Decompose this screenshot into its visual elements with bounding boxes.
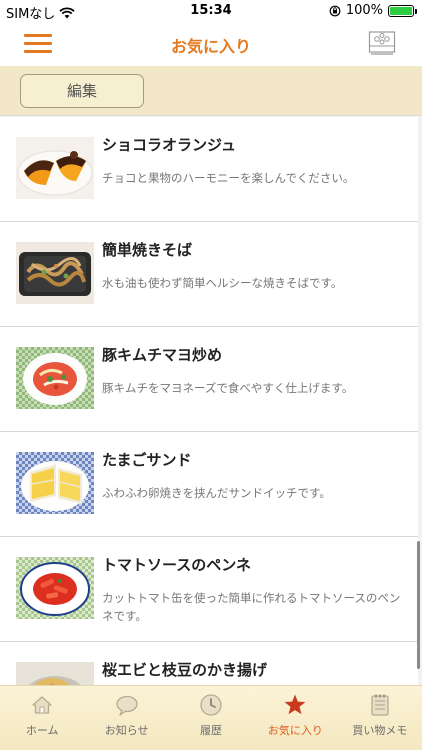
kitchen-stove-icon[interactable] xyxy=(368,29,396,57)
recipe-item-yakisoba[interactable]: 簡単焼きそば 水も油も使わず簡単ヘルシーな焼きそばです。 xyxy=(0,222,418,327)
tab-home[interactable]: ホーム xyxy=(0,686,84,750)
status-bar: SIMなし 15:34 100% xyxy=(0,0,422,22)
recipe-item-butakimchi[interactable]: 豚キムチマヨ炒め 豚キムチをマヨネーズで食べやすく仕上げます。 xyxy=(0,327,418,432)
tab-bar: ホーム お知らせ 履歴 お気に入り 買い物メモ xyxy=(0,685,422,750)
favorites-list[interactable]: ショコラオランジュ チョコと果物のハーモニーを楽しんでください。 簡単焼きそば … xyxy=(0,117,422,685)
edit-button[interactable]: 編集 xyxy=(20,74,144,108)
app-header: お気に入り xyxy=(0,22,422,66)
recipe-item-tamago-sando[interactable]: たまごサンド ふわふわ卵焼きを挟んだサンドイッチです。 xyxy=(0,432,418,537)
recipe-description: カットトマト缶を使った簡単に作れるトマトソースのペンネです。 xyxy=(102,591,401,623)
page-title: お気に入り xyxy=(170,37,251,56)
recipe-description: チョコと果物のハーモニーを楽しんでください。 xyxy=(102,171,355,185)
tab-shopping-memo[interactable]: 買い物メモ xyxy=(338,686,422,750)
recipe-title: たまごサンド xyxy=(102,451,192,469)
recipe-thumbnail xyxy=(16,242,94,304)
recipe-title: 豚キムチマヨ炒め xyxy=(102,346,223,364)
recipe-description: ふわふわ卵焼きを挟んだサンドイッチです。 xyxy=(102,486,331,500)
home-icon xyxy=(32,696,52,714)
recipe-thumbnail xyxy=(16,347,94,409)
tab-label: 買い物メモ xyxy=(352,724,408,737)
status-right: 100% xyxy=(329,3,417,18)
tab-history[interactable]: 履歴 xyxy=(169,686,253,750)
orientation-lock-icon xyxy=(329,5,341,16)
recipe-title: 簡単焼きそば xyxy=(102,241,193,259)
recipe-thumbnail xyxy=(16,137,94,199)
notepad-icon xyxy=(371,694,389,716)
battery-fill xyxy=(390,6,412,15)
toolbar: 編集 xyxy=(0,66,422,116)
recipe-thumbnail xyxy=(16,557,94,619)
tab-news[interactable]: お知らせ xyxy=(84,686,168,750)
recipe-thumbnail xyxy=(16,662,94,685)
recipe-description: 水も油も使わず簡単ヘルシーな焼きそばです。 xyxy=(102,276,343,290)
battery-icon xyxy=(388,4,417,17)
tab-favorites[interactable]: お気に入り xyxy=(253,686,337,750)
chat-bubble-icon xyxy=(115,695,138,716)
scrollbar[interactable] xyxy=(417,541,420,669)
recipe-item-penne[interactable]: トマトソースのペンネ カットトマト缶を使った簡単に作れるトマトソースのペンネです… xyxy=(0,537,418,642)
tab-label: お気に入り xyxy=(267,724,323,737)
recipe-description: 豚キムチをマヨネーズで食べやすく仕上げます。 xyxy=(102,381,354,395)
tab-label: 履歴 xyxy=(200,724,223,737)
tab-label: ホーム xyxy=(25,724,59,737)
battery-percent: 100% xyxy=(345,3,383,18)
star-icon xyxy=(285,694,306,715)
clock-icon xyxy=(200,694,222,716)
recipe-title: トマトソースのペンネ xyxy=(102,556,251,574)
recipe-item-chocolat-orange[interactable]: ショコラオランジュ チョコと果物のハーモニーを楽しんでください。 xyxy=(0,117,418,222)
tab-label: お知らせ xyxy=(104,724,149,737)
recipe-title: ショコラオランジュ xyxy=(102,136,236,154)
recipe-thumbnail xyxy=(16,452,94,514)
recipe-item-kakiage[interactable]: 桜エビと枝豆のかき揚げ xyxy=(0,642,418,685)
recipe-title: 桜エビと枝豆のかき揚げ xyxy=(102,661,268,679)
